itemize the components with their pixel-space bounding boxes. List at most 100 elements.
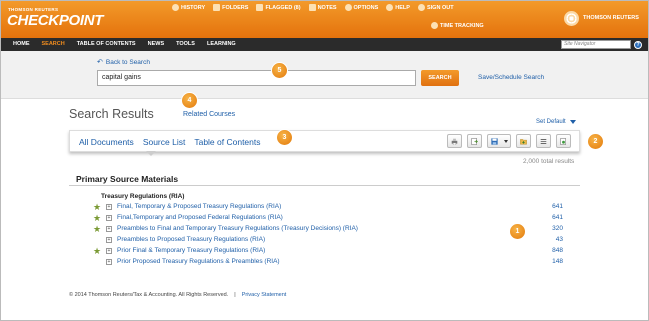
print-icon (451, 138, 458, 145)
result-count[interactable]: 848 (552, 247, 563, 254)
nav-learning[interactable]: LEARNING (201, 38, 242, 51)
signout-link[interactable]: SIGN OUT (417, 4, 454, 11)
expand-icon[interactable]: + (106, 204, 112, 210)
page-title: Search Results (69, 107, 154, 121)
site-navigator-input[interactable]: Site Navigator (561, 40, 631, 49)
result-link[interactable]: Final, Temporary & Proposed Treasury Reg… (117, 203, 281, 210)
list-item[interactable]: + Prior Proposed Treasury Regulations & … (93, 257, 569, 268)
export-button[interactable] (467, 134, 482, 148)
save-schedule-search-link[interactable]: Save/Schedule Search (478, 74, 544, 81)
footer: © 2014 Thomson Reuters/Tax & Accounting.… (69, 292, 286, 298)
back-to-search-label: Back to Search (105, 58, 150, 66)
callout-badge-5: 5 (272, 63, 287, 78)
tab-source-list[interactable]: Source List (143, 137, 186, 147)
list-item[interactable]: ★ + Preambles to Final and Temporary Tre… (93, 224, 569, 235)
flagged-label: FLAGGED (8) (265, 4, 301, 11)
search-button[interactable]: SEARCH (421, 70, 459, 86)
notes-icon (308, 4, 316, 11)
folders-link[interactable]: FOLDERS (213, 4, 248, 11)
star-icon[interactable]: ★ (93, 202, 101, 212)
chevron-down-icon (569, 120, 576, 124)
expand-icon[interactable]: + (106, 226, 112, 232)
help-label: HELP (395, 4, 410, 11)
flag-icon (256, 4, 264, 11)
result-count[interactable]: 641 (552, 214, 563, 221)
add-to-folder-button[interactable] (516, 134, 531, 148)
checkpoint-logo[interactable]: CHECKPOINT (7, 12, 103, 29)
list-item[interactable]: + Preambles to Proposed Treasury Regulat… (93, 235, 569, 246)
document-export-icon (471, 138, 478, 145)
star-icon[interactable]: ★ (93, 213, 101, 223)
nav-tools[interactable]: TOOLS (170, 38, 201, 51)
utility-links: HISTORY FOLDERS FLAGGED (8) NOTES OPTION… (172, 4, 454, 11)
tab-table-of-contents[interactable]: Table of Contents (194, 137, 260, 147)
search-input[interactable]: capital gains (97, 70, 416, 86)
flagged-link[interactable]: FLAGGED (8) (256, 4, 301, 11)
nav-news[interactable]: NEWS (142, 38, 171, 51)
section-title: Primary Source Materials (76, 174, 179, 184)
help-link[interactable]: HELP (386, 4, 410, 11)
expand-icon[interactable]: + (106, 259, 112, 265)
save-dropdown-button[interactable] (487, 134, 511, 148)
list-item[interactable]: ★ + Final, Temporary & Proposed Treasury… (93, 202, 569, 213)
result-count[interactable]: 148 (552, 258, 563, 265)
notes-label: NOTES (317, 4, 337, 11)
total-results: 2,000 total results (523, 158, 575, 165)
expand-icon[interactable]: + (106, 237, 112, 243)
callout-badge-3: 3 (277, 130, 292, 145)
star-icon[interactable]: ★ (93, 224, 101, 234)
active-tab-pointer (146, 151, 156, 156)
help-circle-icon[interactable]: ? (634, 40, 642, 49)
app-window: THOMSON REUTERS CHECKPOINT HISTORY FOLDE… (0, 0, 649, 321)
signout-label: SIGN OUT (426, 4, 454, 11)
expand-icon[interactable]: + (106, 215, 112, 221)
star-icon[interactable]: ★ (93, 246, 101, 256)
new-document-button[interactable] (556, 134, 571, 148)
options-label: OPTIONS (353, 4, 379, 11)
result-link[interactable]: Preambles to Final and Temporary Treasur… (117, 225, 358, 232)
callout-badge-1: 1 (510, 224, 525, 239)
copyright-text: © 2014 Thomson Reuters/Tax & Accounting.… (69, 292, 229, 298)
back-arrow-icon: ↶ (97, 59, 103, 66)
folders-label: FOLDERS (222, 4, 249, 11)
dropdown-caret-icon (504, 140, 508, 143)
list-view-button[interactable] (536, 134, 551, 148)
result-link[interactable]: Prior Proposed Treasury Regulations & Pr… (117, 258, 280, 265)
back-to-search-link[interactable]: ↶ Back to Search (97, 58, 150, 67)
list-item[interactable]: ★ + Final,Temporary and Proposed Federal… (93, 213, 569, 224)
privacy-statement-link[interactable]: Privacy Statement (242, 292, 287, 298)
folder-add-icon (520, 139, 527, 145)
related-courses-link[interactable]: Related Courses (183, 111, 235, 118)
notes-link[interactable]: NOTES (308, 4, 337, 11)
result-link[interactable]: Preambles to Proposed Treasury Regulatio… (117, 236, 265, 243)
expand-icon[interactable]: + (106, 248, 112, 254)
folder-icon (213, 4, 221, 11)
result-count[interactable]: 43 (556, 236, 563, 243)
clock-icon (431, 22, 438, 29)
results-toolbar: All Documents Source List Table of Conte… (69, 130, 580, 152)
set-default-dropdown[interactable]: Set Default (536, 119, 576, 125)
history-label: HISTORY (181, 4, 206, 11)
search-panel: ↶ Back to Search capital gains SEARCH Sa… (1, 51, 648, 99)
time-tracking-link[interactable]: TIME TRACKING (431, 22, 484, 29)
result-count[interactable]: 320 (552, 225, 563, 232)
help-icon (386, 4, 394, 11)
print-button[interactable] (447, 134, 462, 148)
time-tracking-label: TIME TRACKING (440, 22, 484, 29)
history-icon (172, 4, 179, 11)
history-link[interactable]: HISTORY (172, 4, 205, 11)
result-link[interactable]: Final,Temporary and Proposed Federal Reg… (117, 214, 283, 221)
options-icon (344, 4, 352, 11)
result-count[interactable]: 641 (552, 203, 563, 210)
tab-all-documents[interactable]: All Documents (79, 137, 134, 147)
nav-home[interactable]: HOME (7, 38, 36, 51)
options-link[interactable]: OPTIONS (344, 4, 379, 11)
set-default-label: Set Default (536, 119, 566, 125)
signout-icon (417, 4, 425, 11)
list-item[interactable]: ★ + Prior Final & Temporary Treasury Reg… (93, 246, 569, 257)
section-divider (69, 185, 580, 186)
nav-table-of-contents[interactable]: TABLE OF CONTENTS (71, 38, 142, 51)
nav-search[interactable]: SEARCH (36, 38, 71, 51)
result-link[interactable]: Prior Final & Temporary Treasury Regulat… (117, 247, 265, 254)
callout-badge-4: 4 (182, 93, 197, 108)
